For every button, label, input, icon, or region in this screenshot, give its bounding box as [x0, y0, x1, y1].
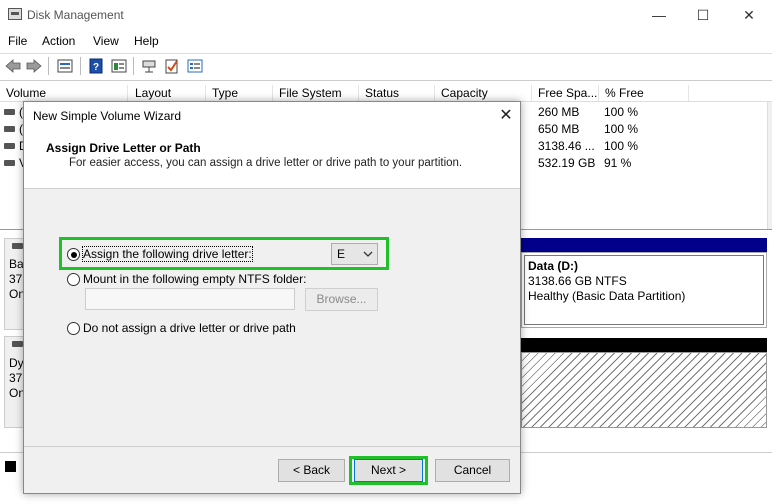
- unallocated-header-strip: [521, 338, 767, 352]
- legend-unallocated-swatch: [5, 461, 16, 472]
- disk-2-icon: [12, 341, 23, 347]
- volume-percent-free: 100 %: [604, 122, 639, 136]
- volume-list-scrollbar[interactable]: [767, 102, 772, 229]
- wizard-step-description: For easier access, you can assign a driv…: [69, 157, 463, 169]
- volume-drive-icon: [4, 109, 15, 115]
- radio-mount-folder[interactable]: [67, 273, 80, 286]
- label-no-drive-letter[interactable]: Do not assign a drive letter or drive pa…: [83, 321, 296, 335]
- menu-help[interactable]: Help: [134, 34, 159, 48]
- settings-list-icon[interactable]: [185, 57, 205, 75]
- drive-letter-value: E: [337, 247, 346, 261]
- disk-list-icon[interactable]: [55, 57, 75, 75]
- radio-assign-drive-letter[interactable]: [67, 248, 80, 261]
- back-button[interactable]: < Back: [278, 459, 345, 482]
- browse-button[interactable]: Browse...: [305, 288, 378, 311]
- toolbar-separator: [133, 57, 134, 75]
- radio-no-drive-letter[interactable]: [67, 322, 80, 335]
- column-type[interactable]: Type: [206, 85, 273, 101]
- toolbar-separator: [80, 57, 81, 75]
- cancel-button[interactable]: Cancel: [435, 459, 510, 482]
- maximize-button[interactable]: ☐: [680, 0, 726, 30]
- window-title: Disk Management: [27, 8, 124, 22]
- partition-name: Data (D:): [528, 259, 578, 273]
- next-button[interactable]: Next >: [354, 459, 423, 482]
- minimize-button[interactable]: —: [636, 0, 682, 30]
- label-assign-drive-letter[interactable]: Assign the following drive letter:: [82, 246, 253, 262]
- volume-free-space: 650 MB: [538, 122, 580, 136]
- column-volume[interactable]: Volume: [0, 85, 128, 101]
- column-percent-free[interactable]: % Free: [599, 85, 689, 101]
- label-mount-folder[interactable]: Mount in the following empty NTFS folder…: [83, 272, 306, 286]
- menu-view[interactable]: View: [93, 34, 119, 48]
- wizard-step-heading: Assign Drive Letter or Path: [46, 141, 201, 155]
- wizard-close-button[interactable]: ✕: [496, 106, 516, 126]
- column-status[interactable]: Status: [359, 85, 435, 101]
- volume-percent-free: 100 %: [604, 105, 639, 119]
- wizard-footer-divider: [24, 446, 520, 447]
- check-icon[interactable]: [162, 57, 182, 75]
- volume-drive-icon: [4, 143, 15, 149]
- ntfs-folder-path-input[interactable]: [85, 288, 295, 310]
- unallocated-region[interactable]: [521, 352, 767, 428]
- disk-management-app-icon: [8, 8, 22, 20]
- partition-header-strip: [521, 238, 767, 252]
- menu-file[interactable]: File: [8, 34, 27, 48]
- column-capacity[interactable]: Capacity: [435, 85, 532, 101]
- volume-drive-icon: [4, 160, 15, 166]
- volume-free-space: 532.19 GB: [538, 156, 596, 170]
- column-file-system[interactable]: File System: [273, 85, 359, 101]
- column-layout[interactable]: Layout: [129, 85, 206, 101]
- menu-action[interactable]: Action: [42, 34, 75, 48]
- connect-icon[interactable]: [139, 57, 159, 75]
- column-free-space[interactable]: Free Spa...: [532, 85, 599, 101]
- svg-text:?: ?: [93, 62, 99, 73]
- back-icon[interactable]: [3, 57, 23, 75]
- volume-free-space: 260 MB: [538, 105, 580, 119]
- chevron-down-icon: [363, 251, 373, 257]
- forward-icon[interactable]: [24, 57, 44, 75]
- volume-free-space: 3138.46 ...: [538, 139, 595, 153]
- close-button[interactable]: ✕: [726, 0, 772, 30]
- drive-letter-select[interactable]: E: [331, 243, 378, 265]
- disk-2-type: Dy: [9, 356, 24, 370]
- help-icon[interactable]: ?: [86, 57, 106, 75]
- disk-1-type: Ba: [9, 257, 24, 271]
- volume-percent-free: 91 %: [604, 156, 632, 170]
- wizard-title: New Simple Volume Wizard: [33, 109, 182, 123]
- toolbar-separator: [48, 57, 49, 75]
- properties-icon[interactable]: [109, 57, 129, 75]
- partition-size: 3138.66 GB NTFS: [528, 274, 627, 288]
- volume-drive-icon: [4, 126, 15, 132]
- volume-percent-free: 100 %: [604, 139, 639, 153]
- disk-1-icon: [12, 243, 23, 249]
- partition-status: Healthy (Basic Data Partition): [528, 289, 686, 303]
